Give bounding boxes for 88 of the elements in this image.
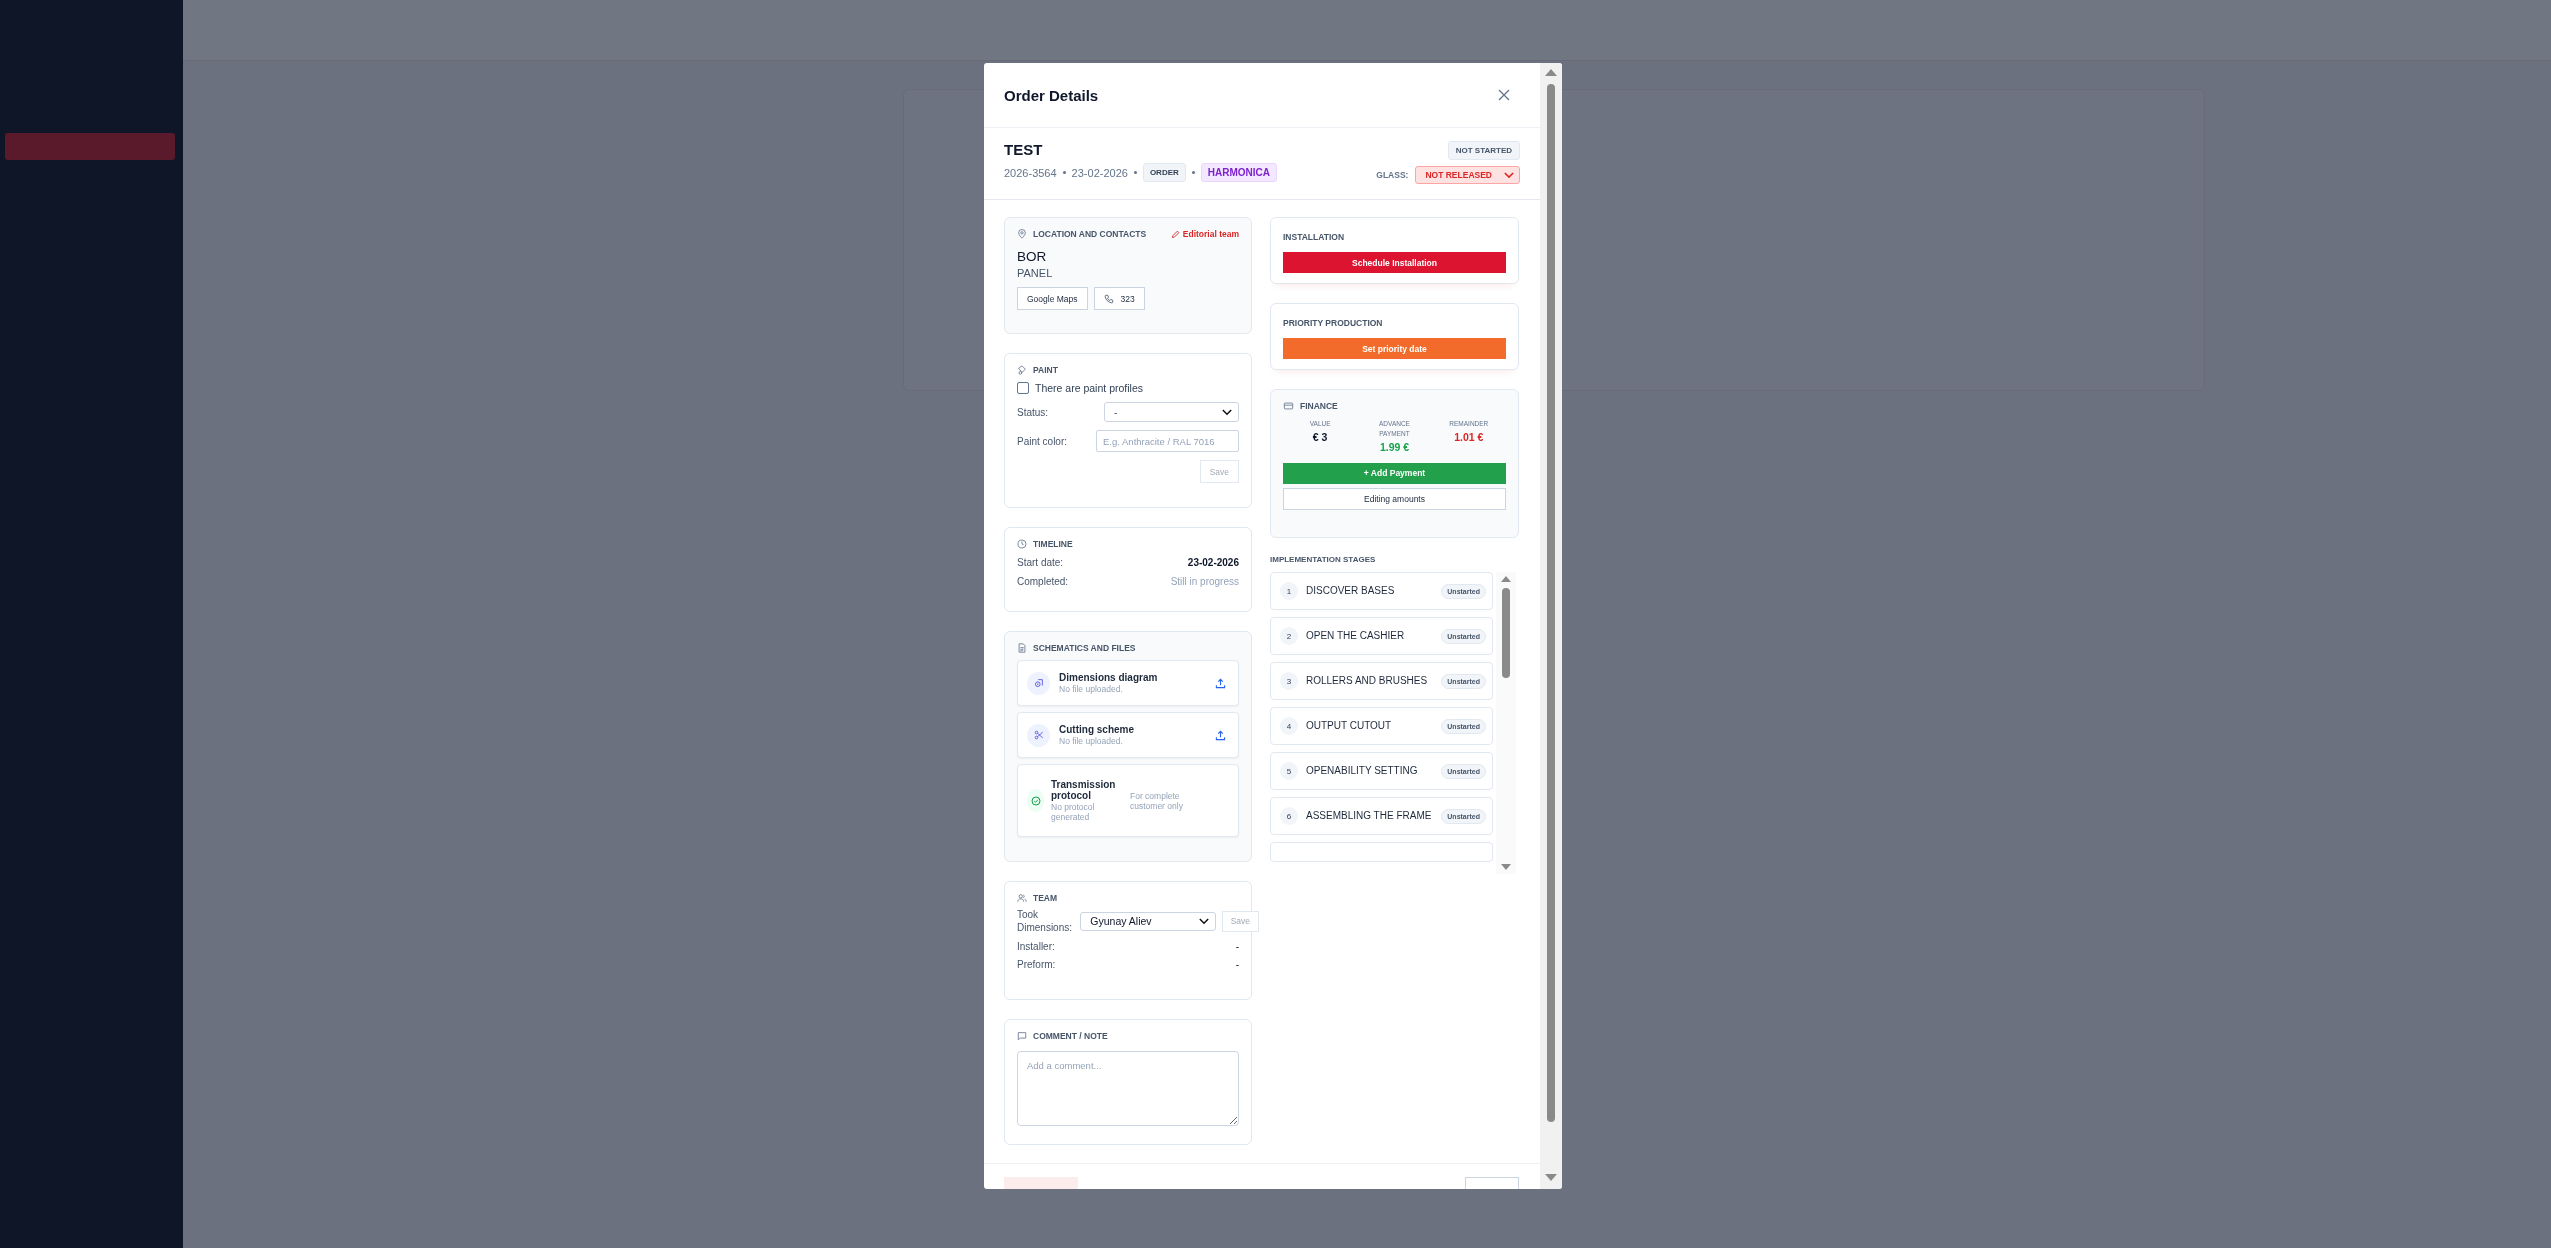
file-status: No file uploaded. <box>1059 736 1124 746</box>
pencil-icon <box>1170 229 1180 239</box>
card-title: SCHEMATICS AND FILES <box>1033 643 1136 653</box>
card-title: INSTALLATION <box>1283 232 1346 242</box>
document-icon <box>1017 643 1027 653</box>
stage-number: 4 <box>1280 717 1298 735</box>
scissors-icon <box>1027 723 1050 747</box>
amount-value: 1.99 € <box>1379 440 1410 453</box>
speech-bubble-icon <box>1017 1031 1027 1041</box>
card-title: COMMENT / NOTE <box>1033 1031 1108 1041</box>
phone-icon <box>1103 293 1114 304</box>
team-member-value: - <box>1235 941 1239 952</box>
location-type: PANEL <box>1017 267 1054 279</box>
chevron-down-icon <box>1199 917 1210 925</box>
card-title: TEAM <box>1033 893 1058 903</box>
card-title: LOCATION AND CONTACTS <box>1033 229 1147 239</box>
clock-icon <box>1017 539 1027 549</box>
status-select[interactable]: - <box>1104 402 1239 422</box>
checkbox-label: There are paint profiles <box>1035 382 1143 394</box>
stage-name: OPENABILITY SETTING <box>1306 763 1419 778</box>
maps-button[interactable]: Google Maps <box>1017 287 1088 310</box>
checkbox[interactable] <box>1017 382 1029 394</box>
location-name: BOR <box>1017 249 1048 264</box>
card-title: FINANCE <box>1300 401 1338 411</box>
check-circle-icon <box>1027 789 1044 812</box>
stage-name: DISCOVER BASES <box>1306 583 1396 598</box>
timeline-label: Completed: <box>1017 576 1069 587</box>
credit-card-icon <box>1283 401 1294 411</box>
product-tag: HARMONICA <box>1200 163 1277 182</box>
file-status: No protocol generated <box>1051 802 1096 822</box>
glass-select[interactable]: NOT RELEASED <box>1415 166 1520 184</box>
team-role-label: Took Dimensions: <box>1017 908 1074 934</box>
edit-link[interactable]: Editorial team <box>1170 229 1239 239</box>
stage-number: 5 <box>1280 762 1298 780</box>
scrollbar[interactable] <box>1496 572 1516 874</box>
glass-label: GLASS: <box>1376 170 1409 180</box>
comment-field[interactable]: Add a comment... <box>1017 1051 1239 1126</box>
card-title: PRIORITY PRODUCTION <box>1283 318 1384 328</box>
stage-number: 2 <box>1280 627 1298 645</box>
file-name: Cutting scheme <box>1059 724 1135 735</box>
file-status: No file uploaded. <box>1059 684 1124 694</box>
field-label: Status: <box>1017 406 1049 418</box>
card-title: TIMELINE <box>1033 539 1073 549</box>
chevron-down-icon <box>1222 408 1232 416</box>
status-tag: NOT STARTED <box>1447 141 1520 160</box>
file-name: Transmission protocol <box>1051 779 1117 801</box>
team-member-value: - <box>1235 959 1239 970</box>
edit-amounts-button[interactable]: Editing amounts <box>1283 487 1506 510</box>
card-title: PAINT <box>1033 365 1058 375</box>
scrollbar[interactable] <box>1540 63 1562 1189</box>
separator-dot <box>1133 171 1137 174</box>
paint-icon <box>1017 365 1027 375</box>
upload-icon[interactable] <box>1215 729 1226 741</box>
order-type-tag: ORDER <box>1142 163 1186 182</box>
timeline-value: Still in progress <box>1170 576 1239 587</box>
stage-number: 6 <box>1280 807 1298 825</box>
team-role-label: Installer: <box>1017 941 1055 952</box>
order-name: TEST <box>1004 141 1044 158</box>
separator-dot <box>1191 171 1195 174</box>
stage-name: OPEN THE CASHIER <box>1306 628 1406 643</box>
amount-value: € 3 <box>1312 430 1328 443</box>
order-date: 23-02-2026 <box>1071 166 1128 179</box>
member-select[interactable]: Gyunay Aliev <box>1080 911 1217 931</box>
phone-button[interactable]: 323 <box>1093 287 1145 310</box>
paint-color-field[interactable]: E.g. Anthracite / RAL 7016 <box>1096 430 1239 452</box>
file-hint: For complete customer only <box>1130 790 1184 811</box>
diagram-icon <box>1027 671 1050 695</box>
section-title: IMPLEMENTATION STAGES <box>1270 555 1377 564</box>
upload-icon[interactable] <box>1215 677 1226 689</box>
people-icon <box>1017 893 1027 903</box>
chevron-down-icon <box>1504 171 1514 179</box>
timeline-label: Start date: <box>1017 557 1064 568</box>
field-label: Paint color: <box>1017 435 1068 447</box>
schedule-installation-button[interactable]: Schedule Installation <box>1283 252 1506 273</box>
close-icon[interactable] <box>1498 89 1510 101</box>
stage-name: OUTPUT CUTOUT <box>1306 718 1393 733</box>
stage-name: ASSEMBLING THE FRAME <box>1306 808 1433 823</box>
file-name: Dimensions diagram <box>1059 672 1159 683</box>
amount-value: 1.01 € <box>1454 430 1484 443</box>
location-pin-icon <box>1017 229 1027 239</box>
stage-number: 3 <box>1280 672 1298 690</box>
separator-dot <box>1062 171 1066 174</box>
stage-name: ROLLERS AND BRUSHES <box>1306 673 1429 688</box>
dialog-title: Order Details <box>1004 86 1099 104</box>
team-role-label: Preform: <box>1017 959 1056 970</box>
timeline-value: 23-02-2026 <box>1187 557 1239 568</box>
order-number: 2026-3564 <box>1004 166 1057 179</box>
stage-number: 1 <box>1280 582 1298 600</box>
